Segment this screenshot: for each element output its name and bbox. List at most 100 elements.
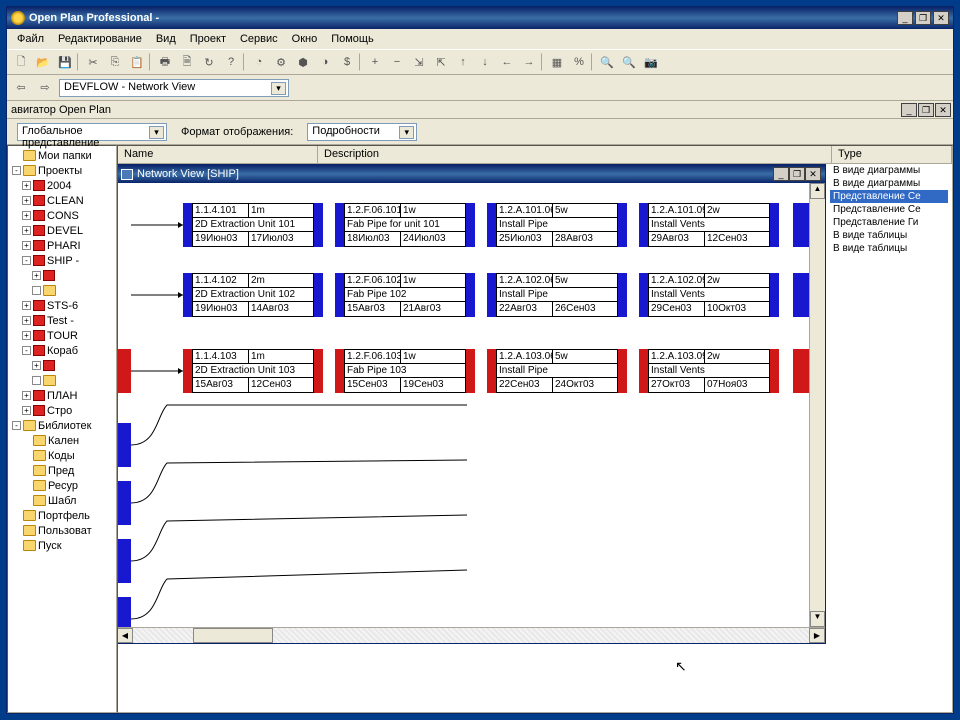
scroll-thumb[interactable] bbox=[193, 628, 273, 643]
network-node[interactable]: 1.2.A.102.092wInstall Vents29Сен0310Окт0… bbox=[639, 273, 779, 317]
down-icon[interactable]: ↓ bbox=[475, 52, 495, 72]
new-icon[interactable]: 🗋 bbox=[11, 52, 31, 72]
collapse-icon[interactable]: ⇱ bbox=[431, 52, 451, 72]
scroll-up-icon[interactable]: ▲ bbox=[810, 183, 825, 199]
tree-item[interactable]: Коды bbox=[10, 448, 114, 463]
scroll-track-h[interactable] bbox=[133, 628, 809, 643]
plus-icon[interactable]: + bbox=[365, 52, 385, 72]
network-node[interactable]: 1.2.F.06.1011wFab Pipe for unit 10118Июл… bbox=[335, 203, 475, 247]
list-item[interactable]: В виде диаграммы bbox=[830, 177, 948, 190]
restore-button[interactable]: ❐ bbox=[915, 11, 931, 25]
col-description[interactable]: Description bbox=[318, 146, 832, 164]
menu-edit[interactable]: Редактирование bbox=[52, 31, 148, 47]
network-node[interactable]: 1.2.F.06.1031wFab Pipe 10315Сен0319Сен03 bbox=[335, 349, 475, 393]
scroll-left-icon[interactable]: ◀ bbox=[117, 628, 133, 643]
global-view-combo[interactable]: Глобальное представление bbox=[17, 123, 167, 141]
save-icon[interactable]: 💾 bbox=[55, 52, 75, 72]
titlebar[interactable]: Open Plan Professional - _ ❐ ✕ bbox=[7, 7, 953, 29]
network-node-stub[interactable] bbox=[117, 539, 131, 583]
tree-item[interactable]: +Test - bbox=[10, 313, 114, 328]
list-item[interactable]: Представление Ги bbox=[830, 216, 948, 229]
refresh-icon[interactable]: ↻ bbox=[199, 52, 219, 72]
network-node-stub[interactable] bbox=[117, 481, 131, 525]
tree-item[interactable]: Пуск bbox=[10, 538, 114, 553]
scroll-track-v[interactable] bbox=[810, 199, 825, 611]
copy-icon[interactable]: ⎘ bbox=[105, 52, 125, 72]
tree-item[interactable]: + bbox=[10, 268, 114, 283]
tree-item[interactable] bbox=[10, 373, 114, 388]
nav-min-icon[interactable]: _ bbox=[901, 103, 917, 117]
child-max-button[interactable]: ❐ bbox=[789, 167, 805, 181]
scroll-down-icon[interactable]: ▼ bbox=[810, 611, 825, 627]
network-canvas[interactable]: 1.1.4.1011m2D Extraction Unit 10119Июн03… bbox=[117, 183, 825, 627]
col-type[interactable]: Type bbox=[832, 146, 952, 164]
find-icon[interactable]: 🔍 bbox=[619, 52, 639, 72]
percent-icon[interactable]: % bbox=[569, 52, 589, 72]
tree-item[interactable]: Шабл bbox=[10, 493, 114, 508]
scrollbar-vertical[interactable]: ▲ ▼ bbox=[809, 183, 825, 627]
child-min-button[interactable]: _ bbox=[773, 167, 789, 181]
tree-item[interactable]: +CLEAN bbox=[10, 193, 114, 208]
tree-item[interactable] bbox=[10, 283, 114, 298]
network-node[interactable]: 1.2.A.103.065wInstall Pipe22Сен0324Окт03 bbox=[487, 349, 627, 393]
tree-item[interactable]: Кален bbox=[10, 433, 114, 448]
zoom-icon[interactable]: 🔍 bbox=[597, 52, 617, 72]
tree-item[interactable]: Пред bbox=[10, 463, 114, 478]
tree-item[interactable]: +CONS bbox=[10, 208, 114, 223]
network-node[interactable]: 1.2.F.06.1021wFab Pipe 10215Авг0321Авг03 bbox=[335, 273, 475, 317]
right-icon[interactable]: → bbox=[519, 52, 539, 72]
tree-item[interactable]: -Библиотек bbox=[10, 418, 114, 433]
network-node[interactable]: 1.1.4.1022m2D Extraction Unit 10219Июн03… bbox=[183, 273, 323, 317]
menu-help[interactable]: Помощь bbox=[325, 31, 380, 47]
tree-item[interactable]: +2004 bbox=[10, 178, 114, 193]
nav-close-icon[interactable]: ✕ bbox=[935, 103, 951, 117]
nav-fwd-icon[interactable]: ⇨ bbox=[35, 78, 55, 98]
tree-item[interactable]: +DEVEL bbox=[10, 223, 114, 238]
nav-max-icon[interactable]: ❐ bbox=[918, 103, 934, 117]
menu-file[interactable]: Файл bbox=[11, 31, 50, 47]
col-name[interactable]: Name bbox=[118, 146, 318, 164]
tree-item[interactable]: +PHARI bbox=[10, 238, 114, 253]
tree-item[interactable]: +TOUR bbox=[10, 328, 114, 343]
network-view-window[interactable]: Network View [SHIP] _ ❐ ✕ 1.1.4.1011m2D … bbox=[117, 164, 826, 644]
tree-item[interactable]: Портфель bbox=[10, 508, 114, 523]
close-button[interactable]: ✕ bbox=[933, 11, 949, 25]
left-icon[interactable]: ← bbox=[497, 52, 517, 72]
network-node[interactable]: 1.2.A.101.065wInstall Pipe25Июл0328Авг03 bbox=[487, 203, 627, 247]
paste-icon[interactable]: 📋 bbox=[127, 52, 147, 72]
view-combo[interactable]: DEVFLOW - Network View bbox=[59, 79, 289, 97]
network-node-stub[interactable] bbox=[117, 597, 131, 627]
network-node[interactable]: 1.2.A.103.092wInstall Vents27Окт0307Ноя0… bbox=[639, 349, 779, 393]
type-list[interactable]: В виде диаграммыВ виде диаграммы Представ… bbox=[830, 164, 948, 255]
expand-icon[interactable]: ⇲ bbox=[409, 52, 429, 72]
child-close-button[interactable]: ✕ bbox=[805, 167, 821, 181]
tree-item[interactable]: -Проекты bbox=[10, 163, 114, 178]
nav-back-icon[interactable]: ⇦ bbox=[11, 78, 31, 98]
list-item[interactable]: В виде диаграммы bbox=[830, 164, 948, 177]
network-node[interactable]: 1.2.A.102.065wInstall Pipe22Авг0326Сен03 bbox=[487, 273, 627, 317]
minus-icon[interactable]: − bbox=[387, 52, 407, 72]
scrollbar-horizontal[interactable]: ◀ ▶ bbox=[117, 627, 825, 643]
menu-project[interactable]: Проект bbox=[184, 31, 232, 47]
child-titlebar[interactable]: Network View [SHIP] _ ❐ ✕ bbox=[117, 165, 825, 183]
tree-item[interactable]: +Стро bbox=[10, 403, 114, 418]
network-node[interactable]: 1.2.A.101.092wInstall Vents29Авг0312Сен0… bbox=[639, 203, 779, 247]
format-combo[interactable]: Подробности bbox=[307, 123, 417, 141]
scroll-right-icon[interactable]: ▶ bbox=[809, 628, 825, 643]
list-item[interactable]: Представление Се bbox=[830, 203, 948, 216]
tree-item[interactable]: Пользоват bbox=[10, 523, 114, 538]
tree-item[interactable]: Мои папки bbox=[10, 148, 114, 163]
network-node-stub[interactable] bbox=[117, 349, 131, 393]
open-icon[interactable]: 📂 bbox=[33, 52, 53, 72]
camera-icon[interactable]: 📷 bbox=[641, 52, 661, 72]
tree-item[interactable]: Ресур bbox=[10, 478, 114, 493]
calc-icon[interactable]: ⚙ bbox=[271, 52, 291, 72]
cut-icon[interactable]: ✂ bbox=[83, 52, 103, 72]
network-node[interactable]: 1.1.4.1011m2D Extraction Unit 10119Июн03… bbox=[183, 203, 323, 247]
help-icon[interactable]: ? bbox=[221, 52, 241, 72]
tree-item[interactable]: + bbox=[10, 358, 114, 373]
tree-item[interactable]: +ПЛАН bbox=[10, 388, 114, 403]
clock-icon[interactable]: ◔ bbox=[249, 52, 269, 72]
grid-icon[interactable]: ▦ bbox=[547, 52, 567, 72]
resource-icon[interactable]: ◑ bbox=[315, 52, 335, 72]
